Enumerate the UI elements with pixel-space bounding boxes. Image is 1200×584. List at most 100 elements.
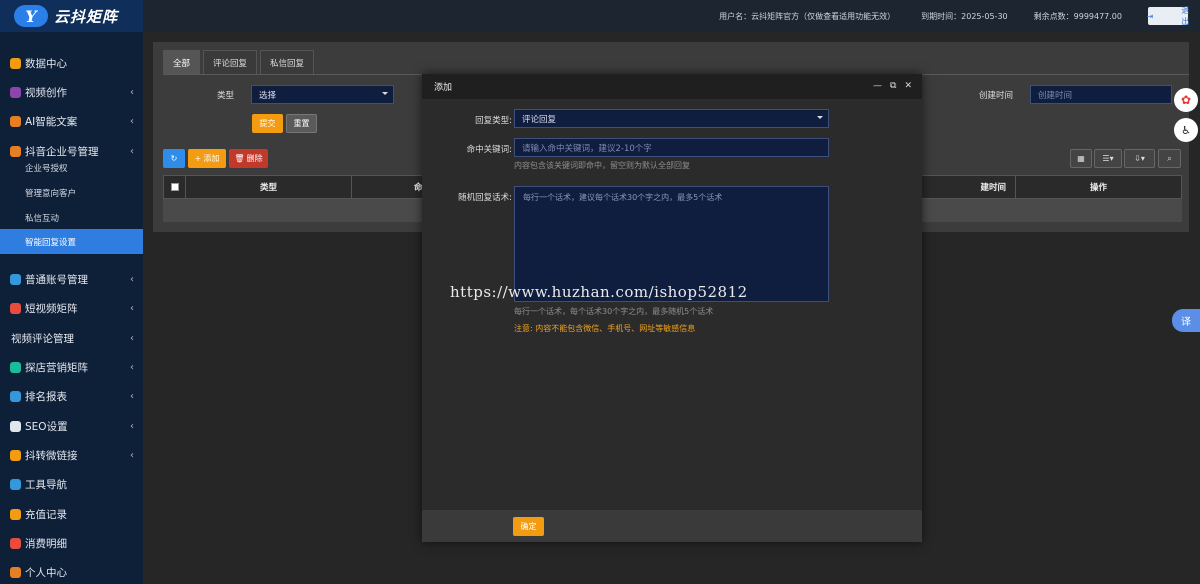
sidebar-item-consume[interactable]: 消费明细 [0, 532, 143, 554]
chevron-left-icon: ‹ [130, 332, 134, 344]
export-icon: ⇩▾ [1134, 154, 1145, 163]
logo-mark: Y [14, 5, 48, 27]
sidebar-item-ai-copy[interactable]: AI智能文案 ‹ [0, 110, 143, 132]
sidebar-item-recharge[interactable]: 充值记录 [0, 503, 143, 525]
tab-all[interactable]: 全部 [163, 50, 201, 75]
random-reply-hint: 每行一个话术，每个话术30个字之内，最多随机5个话术 [514, 307, 714, 316]
delete-button[interactable]: 🗑 删除 [229, 149, 268, 168]
confirm-button[interactable]: 确定 [513, 517, 544, 536]
chevron-down-icon [382, 92, 388, 95]
add-label: 添加 [203, 154, 220, 163]
select-all-checkbox[interactable] [170, 183, 179, 191]
app-name: 云抖矩阵 [54, 7, 119, 26]
search-button[interactable]: ⌕ [1158, 149, 1181, 168]
column-toggle-button[interactable]: ▦ [1070, 149, 1092, 168]
table-icon: ▦ [1077, 154, 1085, 163]
refresh-button[interactable]: ↻ [163, 149, 185, 168]
reply-type-label: 回复类型: [475, 116, 512, 126]
sidebar-subitem-intent-customers[interactable]: 管理意向客户 [0, 180, 143, 205]
account-icon [10, 273, 21, 285]
sidebar-item-label: 排名报表 [25, 390, 67, 403]
filter-type-label: 类型 [217, 91, 235, 101]
add-dialog: 添加 — ⧉ ✕ 回复类型: 评论回复 命中关键词: 请输入命中关键词，建议2-… [422, 74, 922, 542]
user-info: 用户名：云抖矩阵官方（仅做查看适用功能无效） 到期时间：2025-05-30 剩… [719, 6, 1200, 26]
dashboard-icon [10, 57, 21, 69]
chevron-left-icon: ‹ [130, 390, 134, 402]
reply-type-value: 评论回复 [522, 114, 557, 125]
column-actions: 操作 [1089, 183, 1107, 193]
list-view-button[interactable]: ☰▾ [1094, 149, 1122, 168]
ranking-icon [10, 390, 21, 402]
sidebar-item-normal-account[interactable]: 普通账号管理 ‹ [0, 268, 143, 290]
sidebar-item-label: 个人中心 [25, 566, 67, 579]
sidebar-item-link[interactable]: 抖转微链接 ‹ [0, 444, 143, 466]
sidebar-item-label: 数据中心 [25, 57, 67, 70]
top-bar: Y 云抖矩阵 用户名：云抖矩阵官方（仅做查看适用功能无效） 到期时间：2025-… [0, 0, 1200, 32]
filter-type-value: 选择 [259, 90, 277, 101]
video-icon [10, 86, 21, 98]
export-button[interactable]: ⇩▾ [1124, 149, 1155, 168]
sidebar-item-label: 普通账号管理 [25, 273, 88, 286]
random-reply-label: 随机回复话术: [458, 193, 512, 203]
ai-icon [10, 115, 21, 127]
submit-button[interactable]: 提交 [252, 114, 283, 133]
keyword-input[interactable]: 请输入命中关键词，建议2-10个字 [514, 138, 829, 157]
filter-time-label: 创建时间 [979, 91, 1014, 101]
store-icon [10, 361, 21, 373]
tab-bar: 全部 评论回复 私信回复 [163, 50, 315, 75]
sidebar-item-ranking[interactable]: 排名报表 ‹ [0, 385, 143, 407]
column-created[interactable]: 建时间 [922, 176, 1016, 198]
list-icon: ☰▾ [1102, 154, 1114, 163]
huawei-icon[interactable]: ✿ [1174, 88, 1198, 112]
filter-type-select[interactable]: 选择 [251, 85, 394, 104]
sidebar-item-dashboard[interactable]: 数据中心 [0, 52, 143, 74]
keyword-label: 命中关键词: [466, 145, 512, 155]
minimize-icon[interactable]: — [873, 81, 882, 91]
sidebar-subitem-message-interact[interactable]: 私信互动 [0, 205, 143, 230]
column-type[interactable]: 类型 [186, 176, 352, 198]
sensitive-warning: 注意: 内容不能包含微信、手机号、网址等敏感信息 [514, 324, 696, 333]
sidebar-item-profile[interactable]: 个人中心 [0, 561, 143, 583]
user-icon [10, 566, 21, 578]
chevron-left-icon: ‹ [130, 420, 134, 432]
tools-icon [10, 478, 21, 490]
sidebar-item-tools[interactable]: 工具导航 [0, 473, 143, 495]
dialog-footer: 确定 [422, 510, 922, 542]
maximize-icon[interactable]: ⧉ [890, 81, 896, 91]
sidebar-item-label: 视频创作 [25, 86, 67, 99]
sidebar-item-label: AI智能文案 [25, 115, 78, 128]
sidebar-item-video-create[interactable]: 视频创作 ‹ [0, 81, 143, 103]
reply-type-select[interactable]: 评论回复 [514, 109, 829, 128]
logout-label: 退出 [1181, 6, 1190, 26]
translate-button[interactable]: 译 [1172, 309, 1200, 332]
select-all-cell [164, 176, 186, 198]
sidebar: 数据中心 视频创作 ‹ AI智能文案 ‹ 抖音企业号管理 ‹ 普通账号管理 ‹ 短视频矩阵 ‹ 视频评… [0, 32, 143, 584]
sidebar-item-store-marketing[interactable]: 探店营销矩阵 ‹ [0, 356, 143, 378]
chevron-left-icon: ‹ [130, 273, 134, 285]
dialog-title: 添加 [434, 83, 453, 93]
dialog-header: 添加 — ⧉ ✕ [422, 74, 922, 99]
sidebar-item-video-comment[interactable]: 视频评论管理 ‹ [0, 327, 143, 349]
keyword-hint: 内容包含该关键词即命中，留空则为默认全部回复 [514, 161, 690, 170]
logout-icon: ⇥ [1146, 11, 1154, 21]
logout-button[interactable]: ⇥ 退出 [1146, 6, 1190, 26]
delete-label: 删除 [246, 154, 263, 163]
accessibility-icon[interactable]: ♿ [1174, 118, 1198, 142]
filter-time-input[interactable]: 创建时间 [1030, 85, 1172, 104]
sidebar-item-short-video[interactable]: 短视频矩阵 ‹ [0, 297, 143, 319]
points-text: 剩余点数：9999477.00 [1033, 11, 1122, 21]
reset-button[interactable]: 重置 [286, 114, 317, 133]
sidebar-item-label: 抖转微链接 [25, 449, 78, 462]
sidebar-subitem-enterprise-auth[interactable]: 企业号授权 [0, 155, 143, 180]
tab-message-reply[interactable]: 私信回复 [260, 50, 315, 75]
sidebar-item-seo[interactable]: SEO设置 ‹ [0, 415, 143, 437]
close-icon[interactable]: ✕ [904, 81, 912, 91]
search-icon: ⌕ [1167, 153, 1172, 163]
username-text: 用户名：云抖矩阵官方（仅做查看适用功能无效） [719, 11, 896, 21]
sidebar-subitem-smart-reply[interactable]: 智能回复设置 [0, 229, 143, 254]
chevron-left-icon: ‹ [130, 115, 134, 127]
add-button[interactable]: + 添加 [188, 149, 226, 168]
tab-comment-reply[interactable]: 评论回复 [203, 50, 258, 75]
sidebar-item-label: 视频评论管理 [11, 332, 74, 345]
app-logo[interactable]: Y 云抖矩阵 [0, 0, 143, 32]
